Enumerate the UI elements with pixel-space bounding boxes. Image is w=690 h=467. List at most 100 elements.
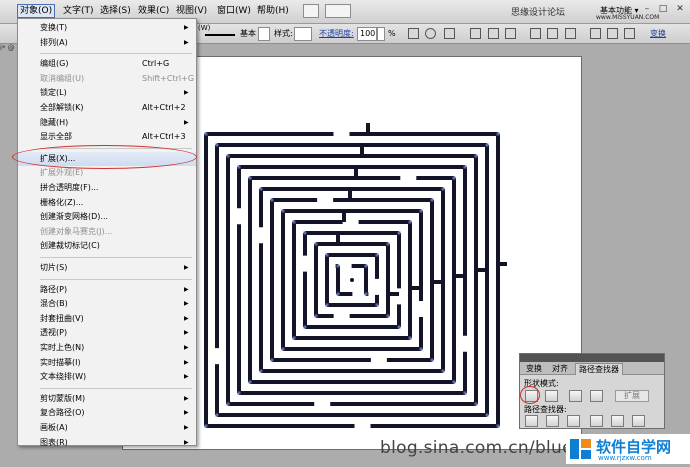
menu-item-label: 变换(T) — [40, 23, 68, 32]
panel-title-bar[interactable] — [520, 354, 664, 362]
opacity-field[interactable]: 100 — [357, 27, 377, 41]
exclude-icon[interactable] — [590, 390, 603, 402]
menu-object[interactable]: 对象(O) — [17, 4, 56, 18]
outline-icon[interactable] — [611, 415, 624, 427]
menu-item[interactable]: 变换(T) ▶ — [18, 21, 196, 35]
close-icon[interactable]: ✕ — [673, 3, 687, 15]
menu-item-label: 取消编组(U) — [40, 73, 85, 83]
align-center-icon[interactable] — [488, 28, 499, 39]
menu-item[interactable]: 实时上色(N) ▶ — [18, 341, 196, 355]
anchor-point — [336, 292, 340, 296]
transform-link[interactable]: 变换 — [650, 29, 666, 39]
expand-button[interactable]: 扩展 — [615, 390, 649, 402]
menu-item[interactable]: 排列(A) ▶ — [18, 36, 196, 50]
submenu-arrow-icon: ▶ — [184, 424, 189, 431]
menu-item[interactable]: 栅格化(Z)... — [18, 196, 196, 210]
menu-view[interactable]: 视图(V) — [173, 5, 210, 17]
minus-back-icon[interactable] — [632, 415, 645, 427]
opacity-dropdown[interactable] — [377, 27, 385, 41]
submenu-arrow-icon: ▶ — [184, 285, 189, 293]
arrange-documents-icon[interactable] — [325, 4, 351, 18]
document-tab[interactable]: i* @ — [0, 44, 18, 56]
anchor-point — [496, 132, 500, 136]
menu-item[interactable]: 透视(P) ▶ — [18, 326, 196, 340]
menu-select[interactable]: 选择(S) — [97, 5, 134, 17]
align-to-icon[interactable] — [444, 28, 455, 39]
menu-item[interactable]: 画板(A) ▶ — [18, 421, 196, 435]
anchor-point — [204, 424, 208, 428]
menu-item[interactable]: 显示全部 Alt+Ctrl+3 — [18, 130, 196, 144]
align-right-icon[interactable] — [505, 28, 516, 39]
anchor-point — [292, 220, 296, 224]
menu-item[interactable]: 图表(R) ▶ — [18, 436, 196, 450]
minus-front-icon[interactable] — [545, 390, 558, 402]
menu-separator — [40, 53, 192, 55]
menu-item[interactable]: 实时描摹(I) ▶ — [18, 356, 196, 370]
menu-item[interactable]: 文本绕排(W) ▶ — [18, 370, 196, 384]
site-logo: 软件自学网 www.rjzxw.com — [566, 434, 690, 464]
anchor-point — [375, 253, 379, 257]
menu-item[interactable]: 创建渐变网格(D)... — [18, 210, 196, 224]
trim-icon[interactable] — [546, 415, 559, 427]
menu-item[interactable]: 切片(S) ▶ — [18, 261, 196, 275]
menu-item[interactable]: 创建裁切标记(C) — [18, 239, 196, 253]
minimize-icon[interactable]: – — [640, 3, 654, 15]
stroke-style[interactable]: 基本 — [240, 29, 256, 39]
menu-item[interactable]: 封套扭曲(V) ▶ — [18, 312, 196, 326]
tab-pathfinder[interactable]: 路径查找器 — [575, 363, 623, 375]
submenu-arrow-icon: ▶ — [184, 438, 189, 446]
pathfinder-panel: 变换 对齐 路径查找器 形状模式: 扩展 路径查找器: — [519, 353, 665, 429]
stroke-style-dropdown[interactable] — [258, 27, 270, 41]
anchor-point — [485, 413, 489, 417]
menu-type[interactable]: 文字(T) — [60, 5, 97, 17]
opacity-unit: % — [388, 29, 396, 38]
menu-item[interactable]: 复合路径(O) ▶ — [18, 406, 196, 420]
menu-item[interactable]: 锁定(L) ▶ — [18, 86, 196, 100]
opacity-link[interactable]: 不透明度: — [319, 29, 354, 39]
menu-help[interactable]: 帮助(H) — [254, 5, 292, 17]
submenu-arrow-icon: ▶ — [184, 344, 189, 351]
menu-window[interactable]: 窗口(W) — [214, 5, 254, 17]
merge-icon[interactable] — [567, 415, 580, 427]
distribute-bottom-icon[interactable] — [624, 28, 635, 39]
anchor-point — [303, 325, 307, 329]
anchor-point — [386, 314, 390, 318]
menu-item[interactable]: 混合(B) ▶ — [18, 297, 196, 311]
tab-align[interactable]: 对齐 — [549, 363, 571, 375]
anchor-point — [314, 314, 318, 318]
distribute-top-icon[interactable] — [590, 28, 601, 39]
menu-effect[interactable]: 效果(C) — [135, 5, 172, 17]
menu-item[interactable]: 路径(P) ▶ — [18, 283, 196, 297]
menu-item[interactable]: 编组(G) Ctrl+G — [18, 57, 196, 71]
site-title: 思缘设计论坛 — [511, 8, 566, 18]
distribute-middle-icon[interactable] — [607, 28, 618, 39]
menu-item[interactable]: 全部解锁(K) Alt+Ctrl+2 — [18, 101, 196, 115]
recolor-icon[interactable] — [408, 28, 419, 39]
menu-item[interactable]: 剪切蒙版(M) ▶ — [18, 392, 196, 406]
tab-transform[interactable]: 变换 — [523, 363, 545, 375]
maximize-icon[interactable]: □ — [656, 3, 670, 15]
bridge-icon[interactable] — [303, 4, 319, 18]
menu-item-label: 复合路径(O) — [40, 408, 85, 418]
anchor-point — [430, 358, 434, 362]
align-left-icon[interactable] — [470, 28, 481, 39]
align-middle-icon[interactable] — [547, 28, 558, 39]
submenu-arrow-icon: ▶ — [184, 38, 189, 46]
submenu-arrow-icon: ▶ — [184, 24, 189, 31]
intersect-icon[interactable] — [569, 390, 582, 402]
divide-icon[interactable] — [525, 415, 538, 427]
anchor-point — [248, 380, 252, 384]
anchor-point — [270, 358, 274, 362]
anchor-point — [474, 402, 478, 406]
menu-item[interactable]: 拼合透明度(F)... — [18, 181, 196, 195]
menu-item-label: 剪切蒙版(M) — [40, 393, 86, 403]
site-url: www.MISSYUAN.COM — [596, 14, 660, 21]
crop-icon[interactable] — [590, 415, 603, 427]
align-top-icon[interactable] — [530, 28, 541, 39]
menu-item[interactable]: 隐藏(H) ▶ — [18, 116, 196, 130]
document-setup-icon[interactable] — [425, 28, 436, 39]
style-swatch[interactable] — [294, 27, 312, 41]
align-bottom-icon[interactable] — [565, 28, 576, 39]
menu-item-label: 切片(S) — [40, 263, 68, 272]
menu-item-label: 画板(A) — [40, 423, 68, 432]
